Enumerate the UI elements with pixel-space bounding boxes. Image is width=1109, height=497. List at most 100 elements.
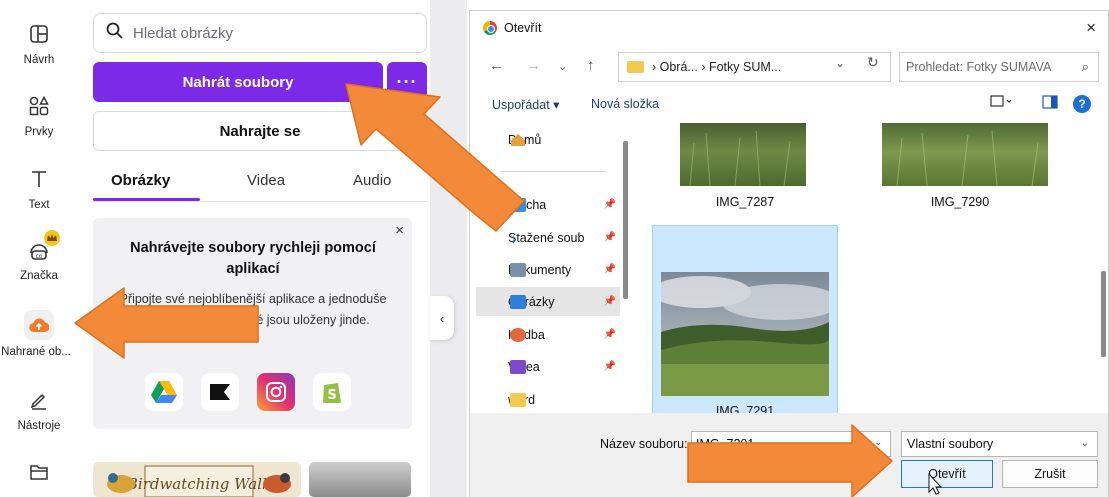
apps-promo-card: × Nahrávejte soubory rychleji pomocí apl… (93, 218, 412, 429)
nav-scrollbar[interactable] (623, 141, 628, 299)
nav-item-videos[interactable]: Videa 📌 (476, 352, 620, 381)
open-button[interactable]: Otevřít (901, 460, 993, 488)
help-icon[interactable]: ? (1073, 95, 1091, 113)
search-input[interactable] (133, 24, 413, 42)
rail-label-design: Návrh (23, 54, 55, 66)
thumbnail-birdwatching[interactable]: Birdwatching Walk (93, 462, 301, 497)
rail-item-brand[interactable]: co Značka (0, 230, 78, 282)
collapse-panel-button[interactable]: ‹ (430, 296, 454, 340)
nav-item-music[interactable]: Hudba 📌 (476, 320, 620, 349)
filename-label: Název souboru: (600, 437, 688, 451)
close-icon[interactable]: × (395, 222, 404, 239)
promo-text: Připojte své nejoblíbenější aplikace a j… (119, 292, 387, 327)
rail-item-uploads[interactable]: Nahrané ob... (0, 310, 78, 358)
nav-item-home[interactable]: Domů (476, 125, 620, 154)
rail-label-brand: Značka (20, 270, 58, 282)
dropbox-icon[interactable] (201, 373, 239, 411)
google-drive-icon[interactable] (145, 373, 183, 411)
new-folder-button[interactable]: Nová složka (591, 97, 659, 111)
pictures-icon (510, 294, 526, 309)
file-name: IMG_7290 (930, 195, 990, 209)
folder-icon (25, 458, 53, 486)
record-yourself-button[interactable]: Nahrajte se (93, 111, 427, 151)
tab-images[interactable]: Obrázky (111, 172, 170, 189)
folder-search-placeholder[interactable]: Prohledat: Fotky SUMAVA (906, 60, 1051, 74)
address-bar[interactable]: › Obrá... › Fotky SUM... (618, 52, 891, 82)
nav-item-word[interactable]: word (476, 385, 620, 414)
app-icons: S (145, 373, 351, 411)
videos-icon (510, 359, 526, 374)
preview-pane-icon[interactable] (1042, 95, 1058, 112)
view-options-icon[interactable] (990, 95, 1012, 112)
svg-text:S: S (327, 388, 336, 403)
rail-item-design[interactable]: Návrh (0, 20, 78, 66)
media-tabs: Obrázky Videa Audio (93, 162, 427, 202)
file-item[interactable]: IMG_7290 (867, 123, 1053, 221)
svg-text:co: co (36, 253, 43, 260)
upload-cloud-icon (24, 310, 54, 340)
uploads-panel: Nahrát soubory ··· Nahrajte se Obrázky V… (78, 0, 442, 497)
upload-files-button[interactable]: Nahrát soubory (93, 62, 383, 102)
dialog-footer: Název souboru: ⌄ Vlastní soubory ⌄ Otevř… (470, 413, 1108, 497)
folder-search[interactable]: Prohledat: Fotky SUMAVA ⌕ (899, 52, 1099, 82)
recent-locations-icon[interactable]: ⌄ (558, 60, 567, 73)
thumbnail-clouds[interactable] (309, 462, 411, 497)
chevron-down-icon[interactable]: ⌄ (874, 437, 882, 448)
files-scrollbar[interactable] (1101, 271, 1106, 357)
pin-icon: 📌 (603, 199, 616, 210)
dialog-title: Otevřít (504, 20, 542, 35)
close-icon[interactable]: × (1086, 18, 1096, 38)
pin-icon: 📌 (603, 232, 616, 243)
filetype-value: Vlastní soubory (907, 437, 994, 451)
filetype-select[interactable]: Vlastní soubory ⌄ (901, 431, 1098, 457)
rail-item-tools[interactable]: Nástroje (0, 386, 78, 432)
chrome-icon (483, 20, 497, 35)
side-rail: Návrh Prvky Text co Značka Nahrané ob...… (0, 0, 78, 497)
more-options-button[interactable]: ··· (387, 62, 427, 102)
active-tab-indicator (93, 198, 200, 201)
image-search[interactable] (93, 13, 427, 53)
nav-item-documents[interactable]: Dokumenty 📌 (476, 255, 620, 284)
pin-icon: 📌 (603, 264, 616, 275)
file-item-selected[interactable]: IMG_7291 (652, 225, 838, 421)
organize-menu[interactable]: Uspořádat ▾ (492, 97, 559, 112)
breadcrumb[interactable]: › Obrá... › Fotky SUM... (652, 60, 781, 74)
dialog-toolbar: Uspořádat ▾ Nová složka ? (470, 91, 1108, 119)
dialog-titlebar: Otevřít × (470, 11, 1108, 44)
desktop-icon (510, 197, 526, 212)
text-icon (25, 165, 53, 193)
documents-icon (510, 262, 526, 277)
nav-item-desktop[interactable]: Plocha 📌 (476, 190, 620, 219)
forward-arrow-icon[interactable]: → (526, 57, 541, 74)
folder-icon (627, 61, 644, 73)
chevron-down-icon: ⌄ (1080, 438, 1089, 449)
refresh-icon[interactable]: ↻ (867, 54, 879, 71)
shopify-icon[interactable]: S (313, 373, 351, 411)
download-icon: ↓ (510, 229, 517, 246)
image-thumbnail (661, 272, 829, 396)
pin-icon: 📌 (603, 329, 616, 340)
filename-field[interactable] (691, 431, 891, 457)
file-item[interactable]: IMG_7287 (652, 123, 838, 221)
music-icon (510, 327, 526, 342)
search-icon: ⌕ (1081, 59, 1089, 74)
nav-item-pictures[interactable]: Obrázky 📌 (476, 287, 620, 316)
tab-audio[interactable]: Audio (353, 172, 391, 189)
address-row: ← → ⌄ ↑ › Obrá... › Fotky SUM... ⌄ ↻ Pro… (470, 50, 1108, 86)
cancel-button[interactable]: Zrušit (1002, 460, 1098, 488)
rail-item-elements[interactable]: Prvky (0, 92, 78, 138)
file-name: IMG_7287 (715, 195, 775, 209)
pin-icon: 📌 (603, 296, 616, 307)
nav-item-downloads[interactable]: ↓ Stažené soub 📌 (476, 223, 620, 252)
canvas-area (430, 0, 467, 497)
crown-icon (44, 230, 60, 246)
chevron-left-icon: ‹ (439, 310, 445, 326)
layout-icon (25, 20, 53, 48)
up-arrow-icon[interactable]: ↑ (587, 57, 595, 74)
rail-item-text[interactable]: Text (0, 165, 78, 211)
rail-item-projects[interactable] (0, 458, 78, 486)
instagram-icon[interactable] (257, 373, 295, 411)
back-arrow-icon[interactable]: ← (489, 57, 504, 74)
chevron-down-icon[interactable]: ⌄ (835, 56, 845, 70)
tab-videos[interactable]: Videa (247, 172, 285, 189)
